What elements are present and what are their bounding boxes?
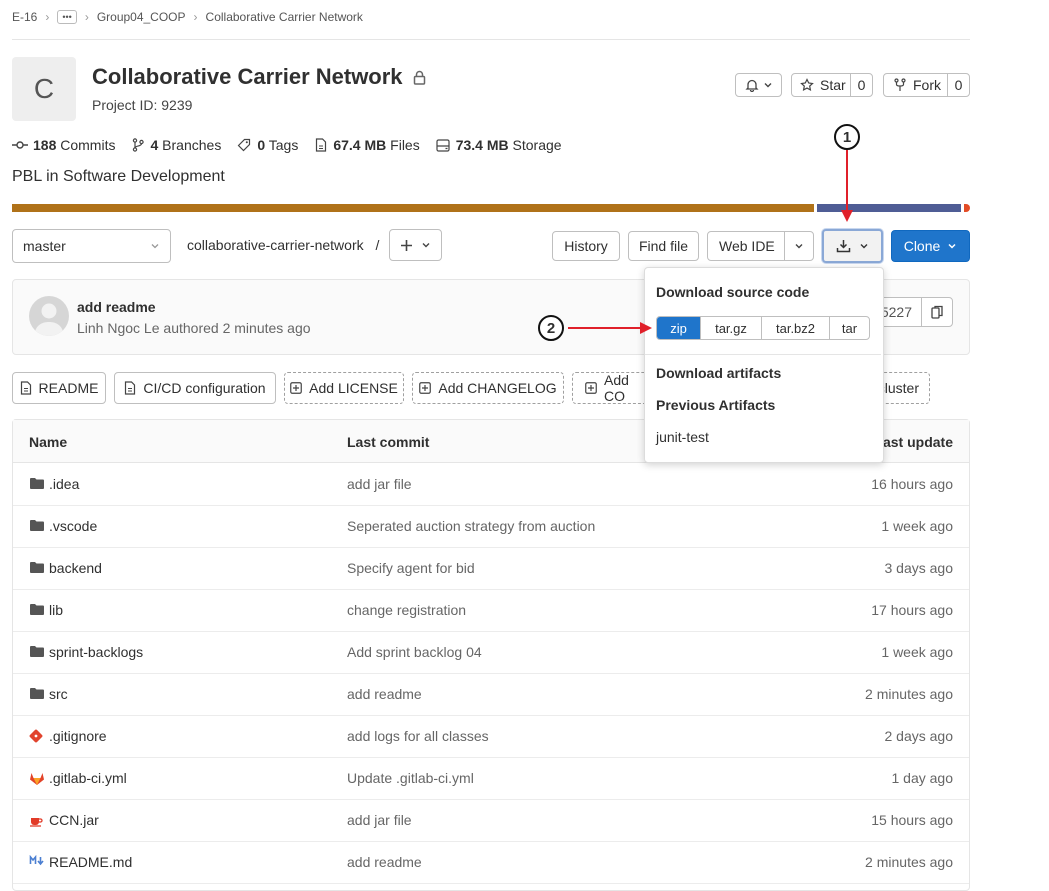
annotation-arrowhead-1 (841, 210, 853, 222)
annotation-arrowhead-2 (640, 322, 652, 334)
annotation-arrows (568, 150, 853, 334)
